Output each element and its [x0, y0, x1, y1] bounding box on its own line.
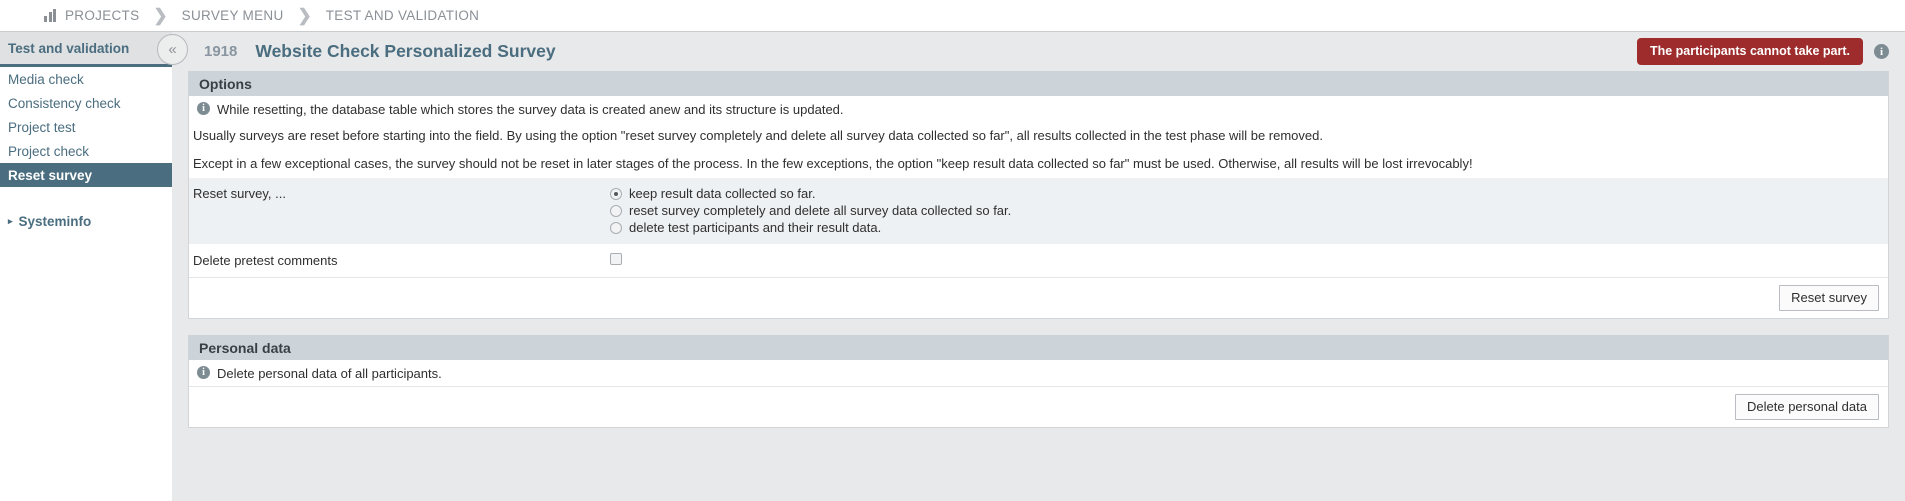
reset-survey-label: Reset survey, ... [193, 186, 286, 202]
sidebar: Test and validation « Media check Consis… [0, 32, 188, 501]
options-panel-heading: Options [189, 71, 1888, 96]
radio-indicator[interactable] [610, 187, 622, 200]
breadcrumb-label-survey-menu: SURVEY MENU [181, 8, 284, 23]
breadcrumb-label-test-and-validation: TEST AND VALIDATION [325, 8, 480, 23]
sidebar-item-consistency-check[interactable]: Consistency check [0, 91, 172, 115]
sidebar-item-project-check[interactable]: Project check [0, 139, 172, 163]
personal-data-panel-heading: Personal data [189, 335, 1888, 361]
delete-personal-data-button[interactable]: Delete personal data [1735, 394, 1879, 421]
radio-option-keep-result-data[interactable]: keep result data collected so far. [610, 186, 1011, 201]
personal-data-info-note-text: Delete personal data of all participants… [217, 366, 442, 382]
options-paragraph-1: Usually surveys are reset before startin… [189, 122, 1888, 150]
options-info-note-text: While resetting, the database table whic… [217, 102, 844, 117]
sidebar-item-label: Project test [8, 119, 76, 135]
delete-pretest-comments-label: Delete pretest comments [193, 253, 338, 269]
page-title: Website Check Personalized Survey [255, 41, 556, 61]
reset-survey-field-row: Reset survey, ... keep result data colle… [189, 177, 1888, 245]
breadcrumb: PROJECTS ❯ SURVEY MENU ❯ TEST AND VALIDA… [0, 0, 1905, 32]
info-icon[interactable]: i [1874, 44, 1889, 59]
personal-data-info-note: i Delete personal data of all participan… [189, 360, 1888, 387]
personal-data-actions: Delete personal data [189, 386, 1888, 428]
radio-indicator[interactable] [610, 221, 622, 234]
sidebar-item-label: Reset survey [8, 167, 93, 183]
reset-survey-button[interactable]: Reset survey [1779, 285, 1879, 312]
sidebar-item-reset-survey[interactable]: Reset survey [0, 163, 172, 187]
options-paragraph-2: Except in a few exceptional cases, the s… [189, 149, 1888, 178]
radio-option-reset-completely[interactable]: reset survey completely and delete all s… [610, 203, 1011, 218]
options-panel: Options i While resetting, the database … [188, 71, 1889, 320]
radio-indicator[interactable] [610, 204, 622, 217]
chevron-right-icon: ▸ [8, 215, 13, 226]
radio-option-label: reset survey completely and delete all s… [629, 203, 1012, 219]
chevron-double-left-icon: « [168, 41, 177, 58]
delete-pretest-comments-checkbox[interactable] [610, 253, 622, 266]
sidebar-header: Test and validation « [0, 32, 188, 67]
sidebar-group-label: Systeminfo [18, 213, 92, 229]
sidebar-item-project-test[interactable]: Project test [0, 115, 172, 139]
breadcrumb-item-projects[interactable]: PROJECTS [44, 8, 139, 23]
radio-option-delete-test-participants[interactable]: delete test participants and their resul… [610, 220, 1011, 235]
sidebar-group-systeminfo[interactable]: ▸ Systeminfo [0, 209, 172, 233]
sidebar-item-media-check[interactable]: Media check [0, 67, 172, 91]
breadcrumb-item-survey-menu[interactable]: SURVEY MENU [182, 8, 284, 23]
options-info-note: i While resetting, the database table wh… [189, 96, 1888, 122]
radio-option-label: delete test participants and their resul… [629, 220, 882, 236]
info-icon: i [197, 366, 210, 380]
breadcrumb-label-projects: PROJECTS [65, 8, 140, 23]
reset-survey-radio-group: keep result data collected so far. reset… [610, 186, 1011, 235]
info-icon: i [197, 102, 210, 115]
sidebar-title: Test and validation [8, 40, 130, 56]
bar-chart-icon [44, 9, 56, 22]
page-header: 1918 Website Check Personalized Survey T… [188, 32, 1889, 71]
survey-id: 1918 [204, 43, 238, 60]
breadcrumb-item-test-and-validation[interactable]: TEST AND VALIDATION [326, 8, 479, 23]
status-badge[interactable]: The participants cannot take part. [1636, 38, 1863, 65]
sidebar-item-label: Media check [8, 71, 84, 87]
sidebar-item-label: Consistency check [8, 95, 121, 111]
breadcrumb-separator-2: ❯ [297, 6, 312, 25]
delete-pretest-comments-row: Delete pretest comments [189, 244, 1888, 278]
main-content: 1918 Website Check Personalized Survey T… [172, 32, 1905, 501]
sidebar-item-label: Project check [8, 143, 90, 159]
breadcrumb-separator-1: ❯ [153, 6, 168, 25]
personal-data-panel: Personal data i Delete personal data of … [188, 335, 1889, 429]
options-actions: Reset survey [189, 277, 1888, 319]
page-header-right: The participants cannot take part. i [1636, 38, 1889, 65]
app-body: Test and validation « Media check Consis… [0, 32, 1905, 501]
radio-option-label: keep result data collected so far. [629, 186, 816, 202]
sidebar-collapse-button[interactable]: « [157, 34, 188, 65]
